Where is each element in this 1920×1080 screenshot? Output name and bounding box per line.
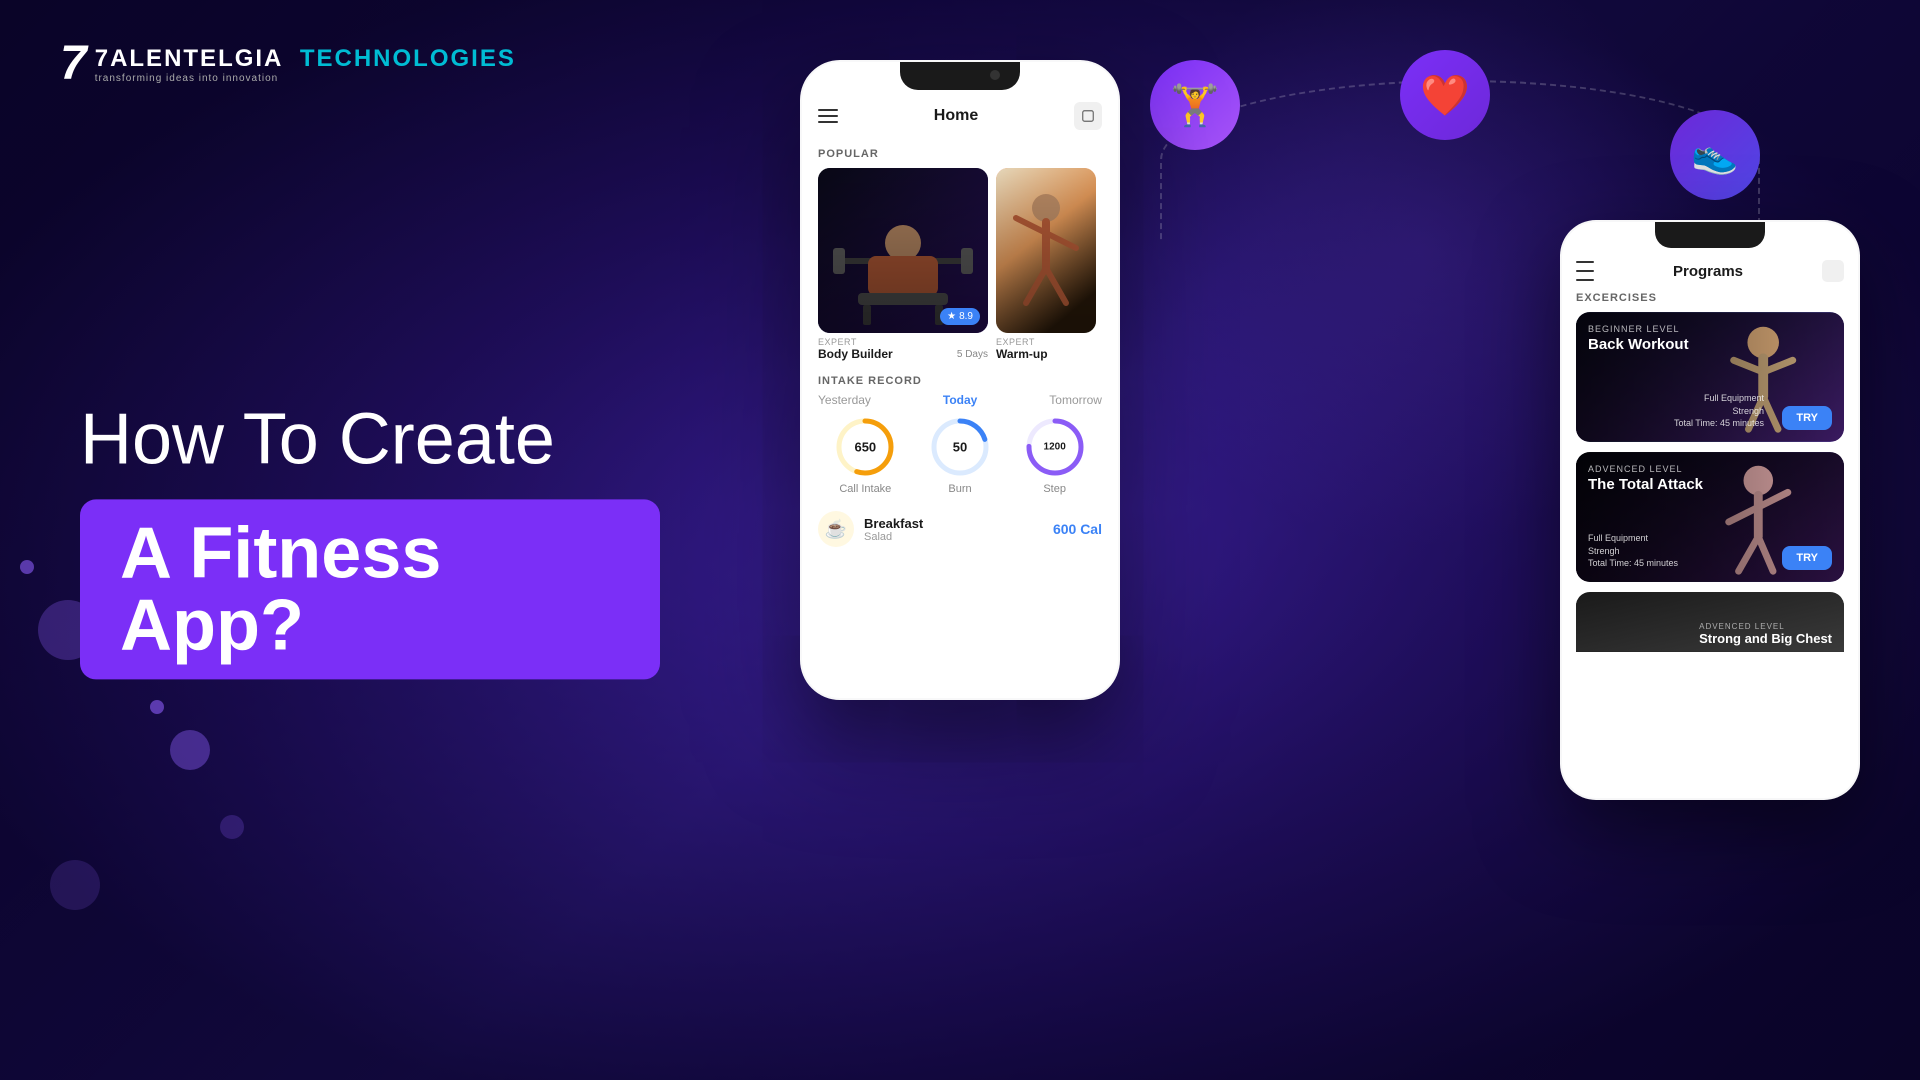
tab-today[interactable]: Today [943,393,977,407]
total-attack-card[interactable]: ADVENCED LEVEL The Total Attack Full Equ… [1576,452,1844,582]
warmup-card-image [996,168,1096,333]
body-builder-info: EXPERT Body Builder 5 Days [818,333,988,363]
body-builder-card-image: ★ 8.9 [818,168,988,333]
back-workout-time: Total Time: 45 minutes [1674,417,1764,430]
heart-icon: ❤️ [1420,72,1470,119]
food-info: Breakfast Salad [864,516,1043,543]
step-label: Step [1043,483,1066,495]
heart-icon-bubble: ❤️ [1400,50,1490,140]
chest-card-info: ADVENCED LEVEL Strong and Big Chest [1699,622,1832,646]
logo-name: 7ALENTELGIA TECHNOLOGIES [95,45,516,73]
food-icon: ☕ [818,511,854,547]
dumbbell-icon-bubble: 🏋️ [1150,60,1240,150]
shoe-icon-bubble: 👟 [1670,110,1760,200]
back-workout-name: Back Workout [1588,336,1689,353]
programs-title: Programs [1673,263,1743,280]
total-attack-detail1: Full Equipment [1588,532,1678,545]
total-attack-info: ADVENCED LEVEL The Total Attack [1588,464,1703,499]
headline-line2: A Fitness App? [120,514,441,666]
back-workout-details: Full Equipment Strengh Total Time: 45 mi… [1674,392,1764,430]
back-workout-detail1: Full Equipment [1674,392,1764,405]
shoe-icon: 👟 [1691,133,1738,177]
logo-tagline: transforming ideas into innovation [95,73,516,84]
burn-wrapper: 50 [930,417,990,477]
step-value: 1200 [1044,442,1066,453]
main-content: 7 7ALENTELGIA TECHNOLOGIES transforming … [0,0,1920,1080]
phone-second-mockup: Programs EXCERCISES [1560,220,1860,800]
dot-5 [220,815,244,839]
total-attack-details: Full Equipment Strengh Total Time: 45 mi… [1588,532,1678,570]
breakfast-cal: 600 Cal [1053,521,1102,537]
headline-highlight-box: A Fitness App? [80,500,660,680]
intake-label: INTAKE RECORD [818,375,1102,387]
back-workout-card[interactable]: BEGINNER LEVEL Back Workout Full Equipme… [1576,312,1844,442]
logo-text-block: 7ALENTELGIA TECHNOLOGIES transforming id… [95,45,516,84]
dumbbell-icon: 🏋️ [1170,82,1220,129]
back-workout-level: BEGINNER LEVEL [1588,324,1689,334]
dot-4 [150,700,164,714]
headline-line1: How To Create [80,400,660,479]
dot-6 [50,860,100,910]
total-attack-level: ADVENCED LEVEL [1588,464,1703,474]
settings-button[interactable] [1074,102,1102,130]
exercises-label: EXCERCISES [1562,292,1858,312]
burn-value: 50 [953,440,967,455]
warmup-info: EXPERT Warm-up [996,333,1096,363]
call-intake-circle: 650 Call Intake [835,417,895,495]
second-phone-notch [1655,222,1765,248]
step-wrapper: 1200 [1025,417,1085,477]
menu-icon[interactable] [818,109,838,123]
burn-label: Burn [948,483,971,495]
programs-menu-icon[interactable] [1576,261,1594,281]
chest-card-peek[interactable]: ADVENCED LEVEL Strong and Big Chest [1576,592,1844,652]
total-attack-detail2: Strengh [1588,545,1678,558]
breakfast-name: Breakfast [864,516,1043,531]
intake-tabs: Yesterday Today Tomorrow [818,393,1102,407]
dot-2 [20,560,34,574]
phone-main-mockup: Home POPULAR [800,60,1120,700]
workout-card-large[interactable]: ★ 8.9 EXPERT Body Builder 5 Days [818,168,988,363]
call-intake-wrapper: 650 [835,417,895,477]
popular-label: POPULAR [802,140,1118,164]
left-text-section: How To Create A Fitness App? [80,400,660,679]
second-phone-screen: Programs EXCERCISES [1562,222,1858,798]
call-intake-label: Call Intake [839,483,891,495]
burn-circle: 50 Burn [930,417,990,495]
total-attack-name: The Total Attack [1588,476,1703,493]
back-workout-try-button[interactable]: TRY [1782,406,1832,430]
total-attack-time: Total Time: 45 minutes [1588,557,1678,570]
phone-camera [990,70,1000,80]
logo-icon: 7 [60,40,87,88]
total-attack-try-button[interactable]: TRY [1782,546,1832,570]
dot-3 [170,730,210,770]
popular-cards-row: ★ 8.9 EXPERT Body Builder 5 Days [802,164,1118,367]
phone-notch [900,62,1020,90]
back-workout-info: BEGINNER LEVEL Back Workout [1588,324,1689,359]
breakfast-row: ☕ Breakfast Salad 600 Cal [802,503,1118,555]
call-intake-value: 650 [854,440,876,455]
chest-name: Strong and Big Chest [1699,631,1832,646]
chest-level: ADVENCED LEVEL [1699,622,1832,631]
breakfast-sub: Salad [864,531,1043,543]
intake-section: INTAKE RECORD Yesterday Today Tomorrow [802,367,1118,495]
back-workout-detail2: Strengh [1674,405,1764,418]
rating-badge: ★ 8.9 [940,308,980,325]
app-header-title: Home [934,107,978,125]
logo: 7 7ALENTELGIA TECHNOLOGIES transforming … [60,40,516,88]
tab-yesterday[interactable]: Yesterday [818,393,871,407]
progress-circles: 650 Call Intake 50 Burn [818,417,1102,495]
programs-settings-btn[interactable] [1822,260,1844,282]
workout-card-small[interactable]: EXPERT Warm-up [996,168,1096,363]
phone-screen: Home POPULAR [802,62,1118,698]
step-circle: 1200 Step [1025,417,1085,495]
tab-tomorrow[interactable]: Tomorrow [1049,393,1102,407]
